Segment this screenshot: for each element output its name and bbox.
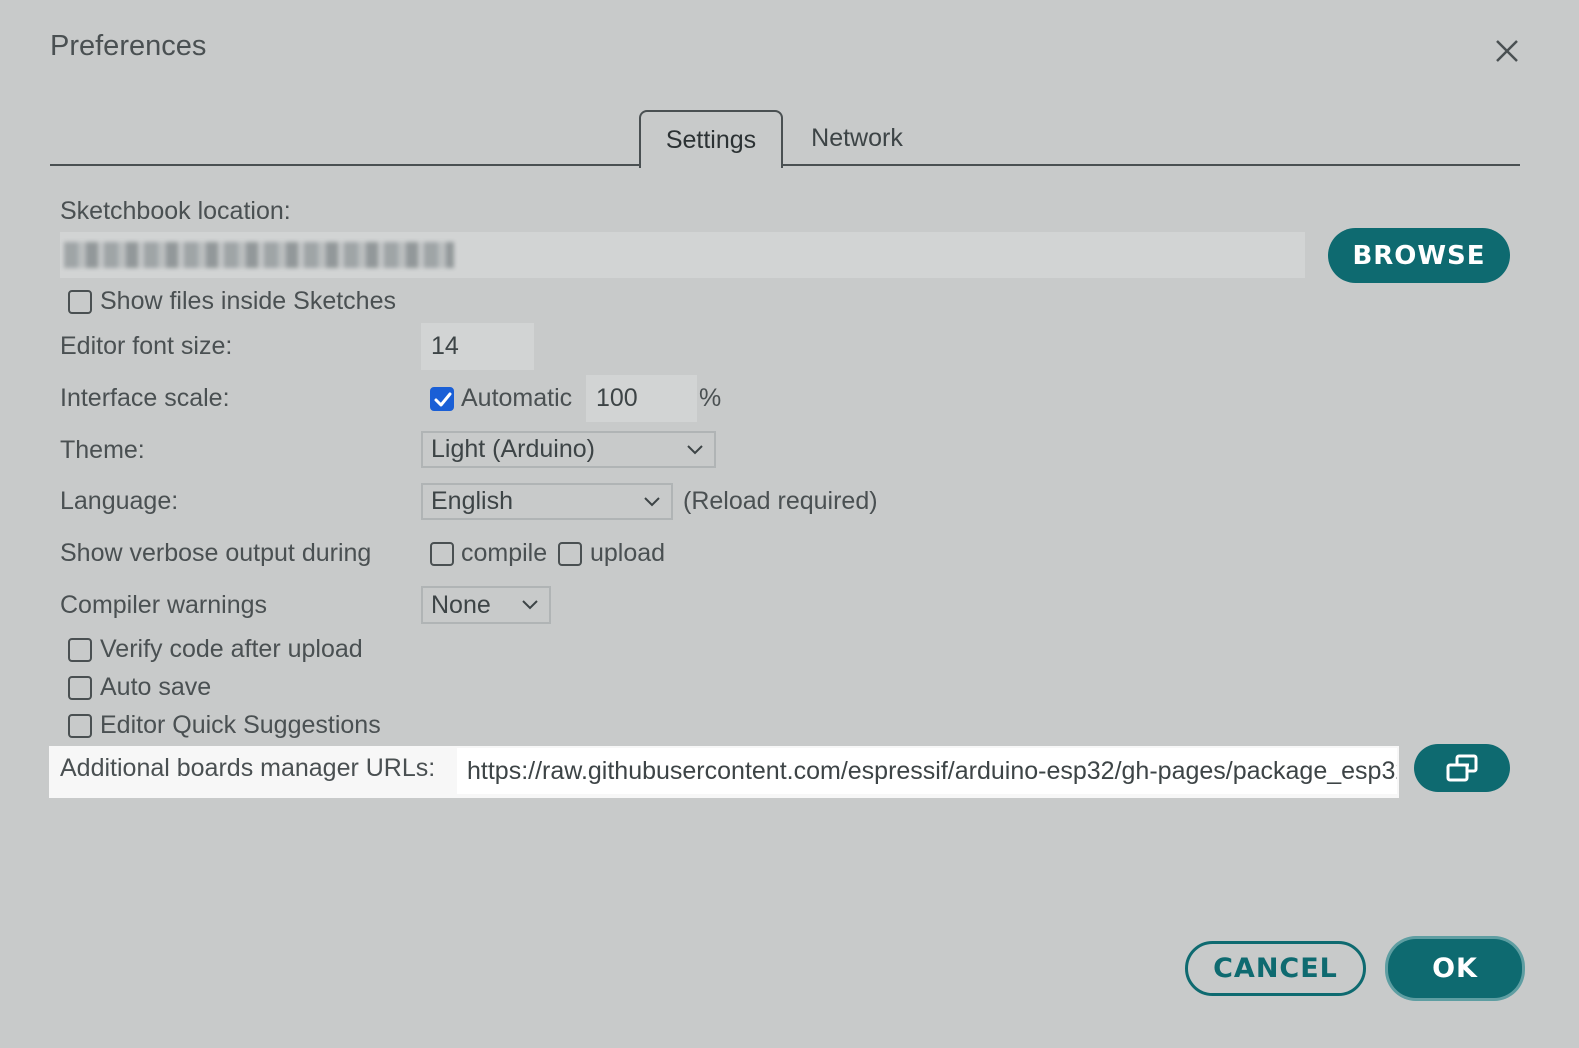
chevron-down-icon [522,600,538,610]
cancel-button[interactable]: CANCEL [1185,941,1366,996]
theme-select[interactable]: Light (Arduino) [421,431,716,468]
show-files-label: Show files inside Sketches [100,287,396,315]
percent-label: % [699,384,722,412]
chevron-down-icon [644,496,660,506]
interface-scale-label: Interface scale: [60,384,230,412]
sketchbook-location-label: Sketchbook location: [60,197,291,225]
reload-required-note: (Reload required) [683,487,878,515]
edit-urls-button[interactable] [1414,744,1510,792]
verbose-upload-checkbox[interactable] [558,542,582,566]
sketchbook-path-redacted [64,242,454,268]
close-icon [1496,40,1518,62]
interface-scale-input[interactable]: 100 [586,375,697,422]
boards-urls-input[interactable]: https://raw.githubusercontent.com/espres… [457,748,1397,794]
auto-save-label: Auto save [100,673,212,701]
tab-network[interactable]: Network [783,110,931,166]
language-select[interactable]: English [421,483,673,520]
editor-font-size-input[interactable]: 14 [421,323,534,370]
automatic-label: Automatic [461,384,573,412]
auto-save-checkbox[interactable] [68,676,92,700]
verbose-compile-checkbox[interactable] [430,542,454,566]
ok-button[interactable]: OK [1388,939,1522,998]
close-button[interactable] [1490,34,1524,68]
verbose-upload-label: upload [590,539,666,567]
verify-code-label: Verify code after upload [100,635,363,663]
quick-suggestions-label: Editor Quick Suggestions [100,711,381,739]
verbose-output-label: Show verbose output during [60,539,372,567]
checkmark-icon [434,392,452,407]
compiler-warnings-label: Compiler warnings [60,591,268,619]
show-files-checkbox[interactable] [68,290,92,314]
browse-button[interactable]: BROWSE [1328,228,1510,283]
boards-urls-label: Additional boards manager URLs: [60,754,436,782]
theme-selected-value: Light (Arduino) [431,435,595,463]
verify-code-checkbox[interactable] [68,638,92,662]
compiler-warnings-selected-value: None [431,590,491,619]
quick-suggestions-checkbox[interactable] [68,714,92,738]
editor-font-size-label: Editor font size: [60,332,233,360]
open-window-icon [1446,754,1478,782]
language-selected-value: English [431,487,513,515]
tab-settings[interactable]: Settings [639,110,783,168]
compiler-warnings-select[interactable]: None [421,586,551,624]
chevron-down-icon [687,444,703,454]
dialog-title: Preferences [50,30,207,62]
verbose-compile-label: compile [461,539,548,567]
automatic-checkbox[interactable] [430,387,454,411]
theme-label: Theme: [60,436,145,464]
language-label: Language: [60,487,179,515]
